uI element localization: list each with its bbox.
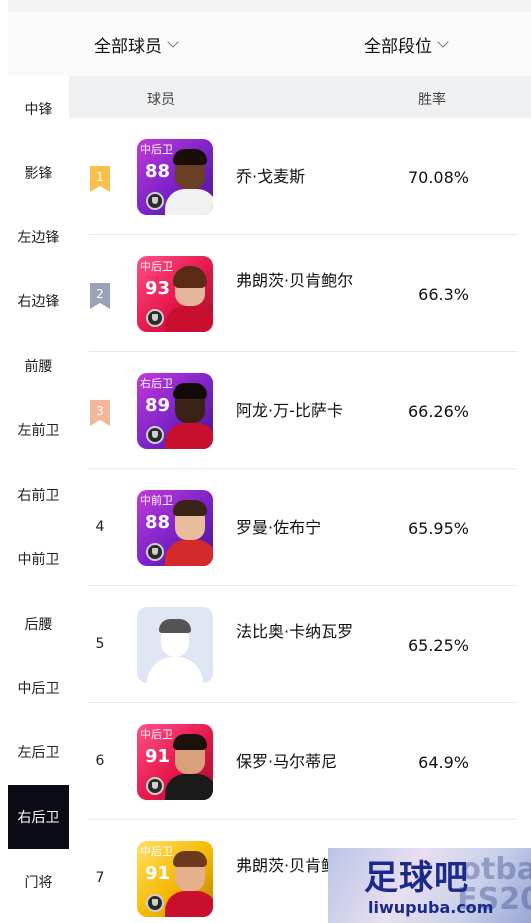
rank-badge-gold: 1 (90, 166, 110, 192)
table-row[interactable]: 4 中前卫 88 罗曼·佐布宁 65.95% (69, 469, 531, 586)
card-rating: 88 (145, 512, 171, 533)
card-position: 中后卫 (140, 260, 173, 273)
rank-badge-silver: 2 (90, 283, 110, 309)
player-filter-label: 全部球员 (94, 36, 162, 57)
player-portrait (165, 149, 213, 215)
player-card: 中后卫 88 (137, 139, 213, 215)
top-strip (8, 0, 531, 12)
position-sidebar: 中锋 影锋 左边锋 右边锋 前腰 左前卫 右前卫 中前卫 后腰 中后卫 左后卫 … (8, 76, 69, 923)
watermark-url: liwupuba.com (368, 898, 494, 917)
tier-filter-label: 全部段位 (364, 36, 432, 57)
player-card: 中后卫 91 (137, 841, 213, 917)
site-watermark: otba ES20 足球吧 liwupuba.com (328, 848, 531, 923)
card-rating: 91 (145, 863, 171, 884)
win-rate: 65.25% (407, 636, 469, 655)
chevron-down-icon (167, 35, 179, 48)
card-position: 中后卫 (140, 728, 173, 741)
card-position: 中前卫 (140, 494, 173, 507)
column-header-winrate: 胜率 (418, 92, 446, 108)
card-position: 中后卫 (140, 845, 173, 858)
sidebar-item-lmf[interactable]: 左前卫 (8, 398, 69, 462)
club-shield-icon (146, 309, 164, 327)
player-portrait (165, 851, 213, 917)
watermark-title: 足球吧 (364, 858, 469, 898)
sidebar-item-cf[interactable]: 中锋 (8, 77, 69, 141)
player-name: 乔·戈麦斯 (236, 167, 306, 186)
sidebar-item-lb[interactable]: 左后卫 (8, 720, 69, 784)
rank-number: 3 (96, 404, 104, 418)
player-card: 右后卫 89 (137, 373, 213, 449)
tier-filter-dropdown[interactable]: 全部段位 (364, 12, 449, 76)
player-portrait (165, 383, 213, 449)
table-header: 球员 胜率 (69, 76, 531, 118)
rank-number: 2 (96, 287, 104, 301)
win-rate: 64.9% (418, 753, 469, 772)
card-rating: 91 (145, 746, 171, 767)
player-portrait (165, 500, 213, 566)
sidebar-item-cb[interactable]: 中后卫 (8, 656, 69, 720)
rank-number: 4 (95, 519, 105, 535)
player-name: 法比奥·卡纳瓦罗 (236, 622, 354, 641)
win-rate: 66.3% (418, 285, 469, 304)
sidebar-item-ss[interactable]: 影锋 (8, 141, 69, 205)
card-rating: 93 (145, 278, 171, 299)
rank-number: 1 (96, 170, 104, 184)
player-placeholder-icon (137, 607, 213, 683)
sidebar-item-amf[interactable]: 前腰 (8, 334, 69, 398)
club-shield-icon (146, 894, 164, 912)
player-card (137, 607, 213, 683)
player-filter-dropdown[interactable]: 全部球员 (94, 12, 179, 76)
table-row[interactable]: 1 中后卫 88 乔·戈麦斯 70.08% (69, 118, 531, 235)
card-rating: 89 (145, 395, 171, 416)
win-rate: 65.95% (407, 519, 469, 538)
card-position: 右后卫 (140, 377, 173, 390)
table-row[interactable]: 3 右后卫 89 阿龙·万-比萨卡 66.26% (69, 352, 531, 469)
rank-number: 6 (95, 753, 105, 769)
club-shield-icon (146, 192, 164, 210)
win-rate: 66.26% (407, 402, 469, 421)
card-rating: 88 (145, 161, 171, 182)
sidebar-item-dmf[interactable]: 后腰 (8, 592, 69, 656)
player-list: 1 中后卫 88 乔·戈麦斯 70.08% 2 中后卫 93 弗朗茨·贝肯鲍尔 … (69, 118, 531, 923)
chevron-down-icon (437, 35, 449, 48)
player-card: 中后卫 93 (137, 256, 213, 332)
table-row[interactable]: 5 法比奥·卡纳瓦罗 65.25% (69, 586, 531, 703)
sidebar-item-lwf[interactable]: 左边锋 (8, 205, 69, 269)
player-card: 中后卫 91 (137, 724, 213, 800)
player-card: 中前卫 88 (137, 490, 213, 566)
card-position: 中后卫 (140, 143, 173, 156)
sidebar-item-rb[interactable]: 右后卫 (8, 785, 69, 849)
rank-badge-bronze: 3 (90, 400, 110, 426)
sidebar-item-gk[interactable]: 门将 (8, 850, 69, 914)
player-portrait (165, 266, 213, 332)
table-row[interactable]: 2 中后卫 93 弗朗茨·贝肯鲍尔 66.3% (69, 235, 531, 352)
club-shield-icon (146, 777, 164, 795)
sidebar-item-cmf[interactable]: 中前卫 (8, 527, 69, 591)
rank-number: 5 (95, 636, 105, 652)
club-shield-icon (146, 426, 164, 444)
sidebar-item-rmf[interactable]: 右前卫 (8, 463, 69, 527)
rank-number: 7 (95, 870, 105, 886)
player-name: 罗曼·佐布宁 (236, 518, 322, 537)
sidebar-item-rwf[interactable]: 右边锋 (8, 269, 69, 333)
player-portrait (165, 734, 213, 800)
player-name: 弗朗茨·贝肯鲍尔 (236, 271, 354, 290)
table-row[interactable]: 6 中后卫 91 保罗·马尔蒂尼 64.9% (69, 703, 531, 820)
filter-bar: 全部球员 全部段位 (8, 12, 531, 76)
player-name: 阿龙·万-比萨卡 (236, 401, 343, 420)
win-rate: 70.08% (407, 168, 469, 187)
column-header-player: 球员 (147, 92, 175, 108)
club-shield-icon (146, 543, 164, 561)
player-name: 保罗·马尔蒂尼 (236, 752, 338, 771)
